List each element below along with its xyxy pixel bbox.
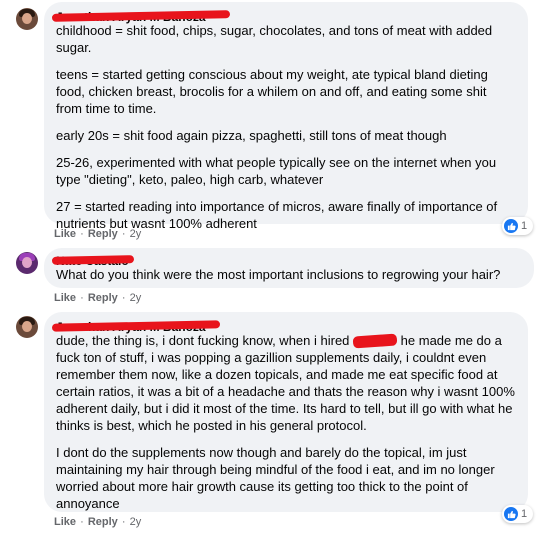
- comment-text: childhood = shit food, chips, sugar, cho…: [56, 23, 493, 55]
- comment-bubble: Nate Castalo What do you think were the …: [44, 248, 534, 288]
- like-button[interactable]: Like: [54, 516, 76, 528]
- reply-button[interactable]: Reply: [88, 228, 118, 240]
- comment-text: dude, the thing is, i dont fucking know,…: [56, 333, 515, 433]
- author-name[interactable]: Jonathan Aryan M Banoza: [51, 320, 516, 334]
- comment-text: teens = started getting conscious about …: [56, 67, 488, 116]
- avatar[interactable]: [16, 8, 38, 30]
- redaction-mark: [352, 333, 398, 349]
- thumbs-up-icon: [504, 507, 518, 521]
- avatar[interactable]: [16, 316, 38, 338]
- timestamp[interactable]: 2y: [130, 228, 142, 240]
- timestamp[interactable]: 2y: [130, 292, 142, 304]
- comment-text: I dont do the supplements now though and…: [56, 445, 495, 511]
- reaction-count[interactable]: 1: [502, 505, 534, 523]
- reply-button[interactable]: Reply: [88, 292, 118, 304]
- comment-text: 27 = started reading into importance of …: [56, 199, 498, 231]
- like-button[interactable]: Like: [54, 228, 76, 240]
- reply-button[interactable]: Reply: [88, 516, 118, 528]
- comment-text: early 20s = shit food again pizza, spagh…: [56, 128, 447, 143]
- author-name[interactable]: Nate Castalo: [51, 254, 522, 268]
- thumbs-up-icon: [504, 219, 518, 233]
- timestamp[interactable]: 2y: [130, 516, 142, 528]
- comment-actions: Like · Reply · 2y: [54, 516, 142, 528]
- like-button[interactable]: Like: [54, 292, 76, 304]
- comment-bubble: Jonathan Aryan M Banoza childhood = shit…: [44, 2, 528, 231]
- comment-text: What do you think were the most importan…: [56, 267, 501, 282]
- comment-actions: Like · Reply · 2y: [54, 292, 142, 304]
- redaction-mark: [51, 255, 135, 265]
- author-name[interactable]: Jonathan Aryan M Banoza: [51, 10, 516, 24]
- comment-actions: Like · Reply · 2y: [54, 228, 142, 240]
- comment-text: 25-26, experimented with what people typ…: [56, 155, 497, 187]
- avatar[interactable]: [16, 252, 38, 274]
- reaction-count[interactable]: 1: [502, 217, 534, 235]
- comment-bubble: Jonathan Aryan M Banoza dude, the thing …: [44, 312, 528, 512]
